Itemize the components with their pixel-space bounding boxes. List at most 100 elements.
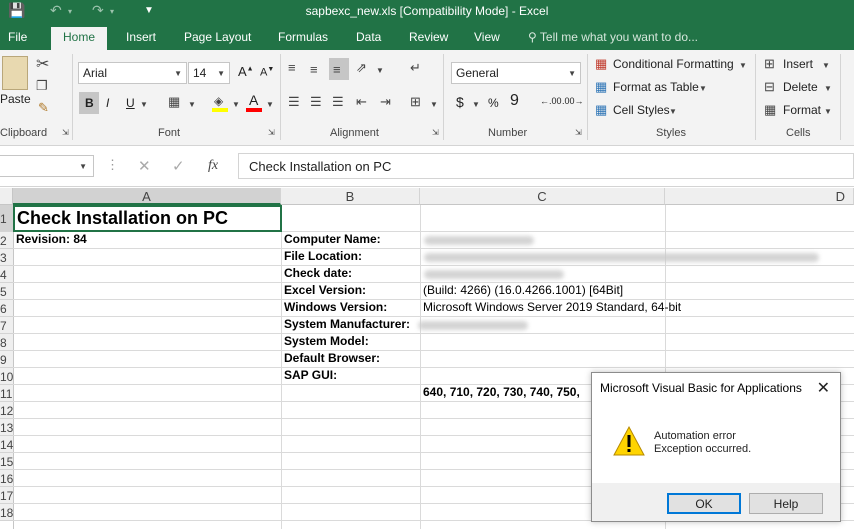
row-header[interactable]: 18: [0, 504, 13, 521]
tell-me-box[interactable]: ⚲ Tell me what you want to do...: [528, 30, 698, 44]
row-header[interactable]: 2: [0, 232, 13, 249]
row-header[interactable]: 8: [0, 334, 13, 351]
cell-b10[interactable]: SAP GUI:: [284, 368, 337, 382]
align-right-icon[interactable]: ☰: [332, 94, 344, 110]
merge-center-icon[interactable]: ⊞: [410, 94, 421, 110]
shrink-font-icon[interactable]: A▼: [260, 66, 274, 79]
insert-function-button[interactable]: fx: [208, 158, 218, 174]
comma-style-button[interactable]: 9: [510, 92, 519, 110]
decrease-decimal-icon[interactable]: .00→: [562, 96, 584, 106]
borders-icon[interactable]: ▦: [168, 94, 180, 110]
row-header[interactable]: 14: [0, 436, 13, 453]
cell-b4[interactable]: Check date:: [284, 266, 352, 280]
align-bottom-button[interactable]: ≡: [329, 58, 349, 80]
column-header-c[interactable]: C: [420, 188, 665, 205]
tab-file[interactable]: File: [8, 30, 27, 44]
chevron-down-icon[interactable]: ▼: [472, 100, 480, 109]
font-color-icon[interactable]: A: [246, 92, 262, 112]
cell-c11[interactable]: 640, 710, 720, 730, 740, 750,: [423, 385, 580, 399]
ok-button[interactable]: OK: [667, 493, 741, 514]
row-header[interactable]: 5: [0, 283, 13, 300]
row-header[interactable]: 3: [0, 249, 13, 266]
tab-home[interactable]: Home: [51, 27, 108, 50]
decrease-indent-icon[interactable]: ⇤: [356, 94, 367, 110]
number-format-box[interactable]: General ▼: [451, 62, 581, 84]
chevron-down-icon[interactable]: ▼: [266, 100, 274, 109]
paste-button[interactable]: Paste: [0, 92, 31, 106]
confirm-entry-icon[interactable]: ✓: [172, 157, 185, 175]
fill-color-icon[interactable]: ◈: [212, 94, 228, 112]
chevron-down-icon[interactable]: ▼: [140, 100, 148, 109]
chevron-down-icon[interactable]: ▼: [739, 61, 747, 70]
currency-button[interactable]: $: [456, 94, 464, 110]
cell-b7[interactable]: System Manufacturer:: [284, 317, 410, 331]
close-icon[interactable]: ✕: [817, 378, 830, 398]
cell-b8[interactable]: System Model:: [284, 334, 369, 348]
wrap-text-icon[interactable]: ↵: [410, 60, 421, 76]
tab-page-layout[interactable]: Page Layout: [184, 30, 251, 44]
row-header[interactable]: 4: [0, 266, 13, 283]
chevron-down-icon[interactable]: ▼: [824, 107, 832, 116]
chevron-down-icon[interactable]: ▼: [232, 100, 240, 109]
cell-b6[interactable]: Windows Version:: [284, 300, 387, 314]
tab-formulas[interactable]: Formulas: [278, 30, 328, 44]
cell-b9[interactable]: Default Browser:: [284, 351, 380, 365]
row-header[interactable]: 9: [0, 351, 13, 368]
format-as-table-button[interactable]: Format as Table: [613, 80, 699, 94]
row-header[interactable]: 12: [0, 402, 13, 419]
cell-c5[interactable]: (Build: 4266) (16.0.4266.1001) [64Bit]: [423, 283, 623, 297]
formula-input[interactable]: Check Installation on PC: [238, 153, 854, 179]
row-header[interactable]: 17: [0, 487, 13, 504]
row-header[interactable]: 15: [0, 453, 13, 470]
chevron-down-icon[interactable]: ▼: [430, 100, 438, 109]
name-box[interactable]: ▼: [0, 155, 94, 177]
align-center-icon[interactable]: ☰: [310, 94, 322, 110]
cell-styles-button[interactable]: Cell Styles: [613, 103, 670, 117]
format-cells-button[interactable]: Format: [783, 103, 821, 117]
delete-cells-button[interactable]: Delete: [783, 80, 818, 94]
paste-icon[interactable]: [2, 56, 28, 90]
cancel-entry-icon[interactable]: ✕: [138, 157, 151, 175]
chevron-down-icon[interactable]: ▼: [376, 66, 384, 75]
tab-insert[interactable]: Insert: [126, 30, 156, 44]
column-header-d[interactable]: D: [665, 188, 854, 205]
chevron-down-icon[interactable]: ▼: [188, 100, 196, 109]
underline-button[interactable]: U: [126, 96, 135, 110]
cell-a2[interactable]: Revision: 84: [16, 232, 87, 246]
number-launcher-icon[interactable]: ⇲: [575, 128, 582, 137]
cell-a1[interactable]: Check Installation on PC: [17, 208, 228, 229]
row-header[interactable]: 10: [0, 368, 13, 385]
row-header[interactable]: 11: [0, 385, 13, 402]
row-header[interactable]: 13: [0, 419, 13, 436]
chevron-down-icon[interactable]: ▼: [822, 61, 830, 70]
font-size-box[interactable]: 14 ▼: [188, 62, 230, 84]
italic-button[interactable]: I: [106, 96, 109, 110]
row-header[interactable]: 16: [0, 470, 13, 487]
grow-font-icon[interactable]: A▲: [238, 64, 254, 79]
cell-b3[interactable]: File Location:: [284, 249, 362, 263]
help-button[interactable]: Help: [749, 493, 823, 514]
column-header-a[interactable]: A: [13, 188, 281, 205]
cut-icon[interactable]: ✂: [36, 54, 49, 74]
align-left-icon[interactable]: ☰: [288, 94, 300, 110]
column-header-b[interactable]: B: [281, 188, 420, 205]
row-header[interactable]: 1: [0, 205, 13, 232]
tab-review[interactable]: Review: [409, 30, 448, 44]
tab-data[interactable]: Data: [356, 30, 381, 44]
alignment-launcher-icon[interactable]: ⇲: [432, 128, 439, 137]
bold-button[interactable]: B: [79, 92, 99, 114]
chevron-down-icon[interactable]: ▼: [824, 84, 832, 93]
chevron-down-icon[interactable]: ▼: [669, 107, 677, 116]
orientation-icon[interactable]: ⇗: [356, 60, 367, 76]
font-launcher-icon[interactable]: ⇲: [268, 128, 275, 137]
increase-indent-icon[interactable]: ⇥: [380, 94, 391, 110]
cell-b2[interactable]: Computer Name:: [284, 232, 381, 246]
copy-icon[interactable]: ❐: [36, 78, 48, 94]
conditional-formatting-button[interactable]: Conditional Formatting: [613, 57, 734, 71]
cell-c6[interactable]: Microsoft Windows Server 2019 Standard, …: [423, 300, 681, 314]
chevron-down-icon[interactable]: ▼: [699, 84, 707, 93]
align-top-icon[interactable]: ≡: [288, 60, 296, 75]
tab-view[interactable]: View: [474, 30, 500, 44]
select-all-corner[interactable]: [0, 188, 13, 205]
insert-cells-button[interactable]: Insert: [783, 57, 813, 71]
